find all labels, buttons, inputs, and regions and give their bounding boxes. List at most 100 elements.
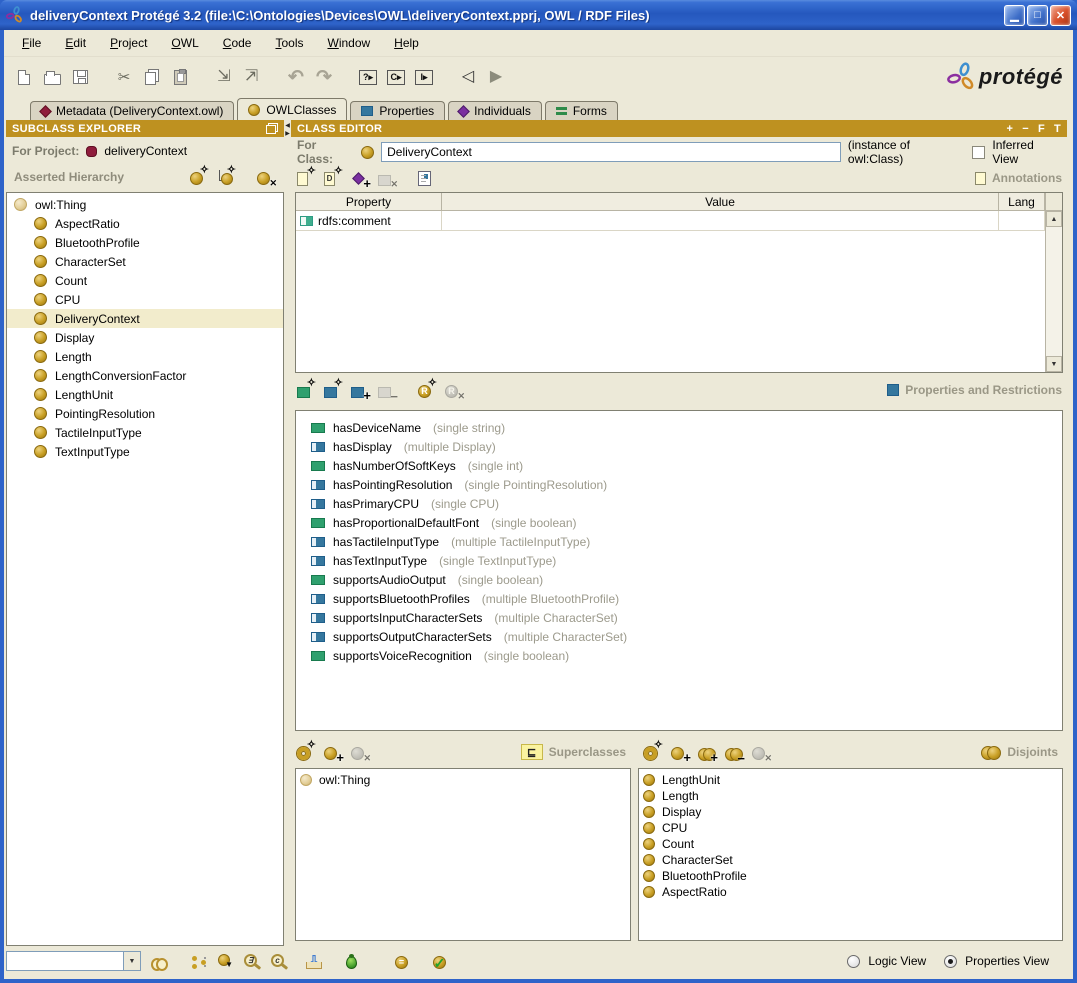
property-row[interactable]: hasPointingResolution (single PointingRe… (311, 475, 1062, 494)
disjoint-class-item[interactable]: CharacterSet (639, 852, 1062, 868)
scroll-up-icon[interactable]: ▲ (1046, 211, 1062, 227)
logic-view-radio[interactable] (847, 955, 860, 968)
undo-icon[interactable]: ↶ (284, 65, 308, 89)
scroll-down-icon[interactable]: ▼ (1046, 356, 1062, 372)
add-superclass-icon[interactable] (323, 743, 343, 761)
class-tree-item[interactable]: BluetoothProfile (7, 233, 283, 252)
property-row[interactable]: hasNumberOfSoftKeys (single int) (311, 456, 1062, 475)
column-header-lang[interactable]: Lang (999, 193, 1045, 211)
annotation-value-cell[interactable] (442, 211, 999, 231)
property-row[interactable]: hasDeviceName (single string) (311, 418, 1062, 437)
find-class-icon[interactable] (150, 952, 170, 970)
tree-item-owl-thing[interactable]: owl:Thing (7, 195, 283, 214)
property-row[interactable]: supportsInputCharacterSets (multiple Cha… (311, 608, 1062, 627)
remove-property-icon[interactable] (377, 381, 397, 399)
class-tree-item[interactable]: AspectRatio (7, 214, 283, 233)
properties-view-radio[interactable] (944, 955, 957, 968)
create-annotation-property-icon[interactable]: D (323, 169, 343, 187)
disjoint-class-item[interactable]: BluetoothProfile (639, 868, 1062, 884)
menu-help[interactable]: Help (384, 32, 429, 54)
class-tree-item[interactable]: LengthConversionFactor (7, 366, 283, 385)
add-sibling-disjoints-icon[interactable] (697, 743, 717, 761)
menu-edit[interactable]: Edit (55, 32, 96, 54)
menu-project[interactable]: Project (100, 32, 157, 54)
query-tab-icon[interactable]: ?▸ (356, 65, 380, 89)
class-tree-item[interactable]: PointingResolution (7, 404, 283, 423)
debug-icon[interactable] (343, 952, 363, 970)
property-row[interactable]: hasProportionalDefaultFont (single boole… (311, 513, 1062, 532)
collapse-left-icon[interactable]: ◀ (285, 123, 290, 130)
class-tree-item[interactable]: Display (7, 328, 283, 347)
class-tree-item[interactable]: Count (7, 271, 283, 290)
cut-icon[interactable]: ✂ (112, 65, 136, 89)
import-conditions-icon[interactable]: ⇩ (305, 952, 325, 970)
property-row[interactable]: supportsVoiceRecognition (single boolean… (311, 646, 1062, 665)
widget-minus-icon[interactable]: − (1022, 123, 1029, 135)
property-row[interactable]: supportsOutputCharacterSets (multiple Ch… (311, 627, 1062, 646)
search-restrictions-icon[interactable]: ∃ (244, 952, 264, 970)
remove-sibling-disjoints-icon[interactable] (724, 743, 744, 761)
combo-dropdown-icon[interactable]: ▼ (124, 951, 141, 971)
tab-metadata[interactable]: Metadata (DeliveryContext.owl) (30, 101, 234, 120)
classes-tab-icon[interactable]: C▸ (384, 65, 408, 89)
menu-code[interactable]: Code (213, 32, 262, 54)
class-tree-item[interactable]: Length (7, 347, 283, 366)
class-search-input[interactable] (6, 951, 124, 971)
class-tree-item[interactable]: CPU (7, 290, 283, 309)
create-class-icon[interactable] (189, 168, 209, 186)
add-disjoint-class-icon[interactable] (670, 743, 690, 761)
tab-properties[interactable]: Properties (350, 101, 445, 120)
create-disjoint-class-icon[interactable] (643, 743, 663, 761)
open-project-icon[interactable] (40, 65, 64, 89)
widget-f-icon[interactable]: F (1038, 123, 1045, 135)
column-header-value[interactable]: Value (442, 193, 999, 211)
class-tree-item[interactable]: LengthUnit (7, 385, 283, 404)
class-tree-item[interactable]: CharacterSet (7, 252, 283, 271)
disjoint-class-item[interactable]: CPU (639, 820, 1062, 836)
widget-plus-icon[interactable]: + (1006, 123, 1013, 135)
redo-icon[interactable]: ↷ (312, 65, 336, 89)
scrollbar-track[interactable] (1046, 227, 1062, 356)
property-row[interactable]: supportsAudioOutput (single boolean) (311, 570, 1062, 589)
widget-t-icon[interactable]: T (1054, 123, 1061, 135)
class-tree-item[interactable]: TextInputType (7, 442, 283, 461)
menu-tools[interactable]: Tools (265, 32, 313, 54)
paste-icon[interactable] (168, 65, 192, 89)
annotation-row[interactable]: rdfs:comment (296, 211, 1045, 231)
check-consistency-icon[interactable]: ✓ (432, 952, 452, 970)
remove-restriction-icon[interactable]: R (444, 381, 464, 399)
save-project-icon[interactable] (68, 65, 92, 89)
new-project-icon[interactable] (12, 65, 36, 89)
detach-view-icon[interactable] (266, 123, 278, 134)
maximize-button[interactable]: □ (1027, 5, 1048, 26)
create-restriction-icon[interactable]: R (417, 381, 437, 399)
archive-project-icon[interactable]: ⇲ (212, 65, 236, 89)
create-datatype-property-icon[interactable] (296, 381, 316, 399)
column-header-property[interactable]: Property (296, 193, 442, 211)
annotation-form-icon[interactable] (417, 169, 437, 187)
create-object-property-icon[interactable] (323, 381, 343, 399)
inferred-view-checkbox[interactable] (972, 146, 985, 159)
delete-class-icon[interactable] (256, 168, 276, 186)
class-name-input[interactable] (381, 142, 841, 162)
tab-owlclasses[interactable]: OWLClasses (237, 98, 347, 120)
disjoint-class-item[interactable]: Count (639, 836, 1062, 852)
create-superclass-icon[interactable] (296, 743, 316, 761)
copy-icon[interactable] (140, 65, 164, 89)
tab-individuals[interactable]: Individuals (448, 101, 542, 120)
extract-ontology-icon[interactable]: ⇱ (240, 65, 264, 89)
disjoint-class-item[interactable]: Display (639, 804, 1062, 820)
property-row[interactable]: hasPrimaryCPU (single CPU) (311, 494, 1062, 513)
menu-window[interactable]: Window (317, 32, 380, 54)
menu-file[interactable]: File (12, 32, 51, 54)
annotation-lang-cell[interactable] (999, 211, 1045, 231)
class-tree-item[interactable]: TactileInputType (7, 423, 283, 442)
panel-splitter[interactable]: ◀▶ (284, 120, 291, 979)
create-annotation-icon[interactable] (296, 169, 316, 187)
superclass-item[interactable]: owl:Thing (296, 772, 630, 788)
delete-annotation-icon[interactable] (377, 169, 397, 187)
remove-disjoint-class-icon[interactable] (751, 743, 771, 761)
equivalent-class-icon[interactable]: = (394, 952, 414, 970)
forward-icon[interactable]: ▶ (484, 65, 508, 89)
property-row[interactable]: hasTextInputType (single TextInputType) (311, 551, 1062, 570)
